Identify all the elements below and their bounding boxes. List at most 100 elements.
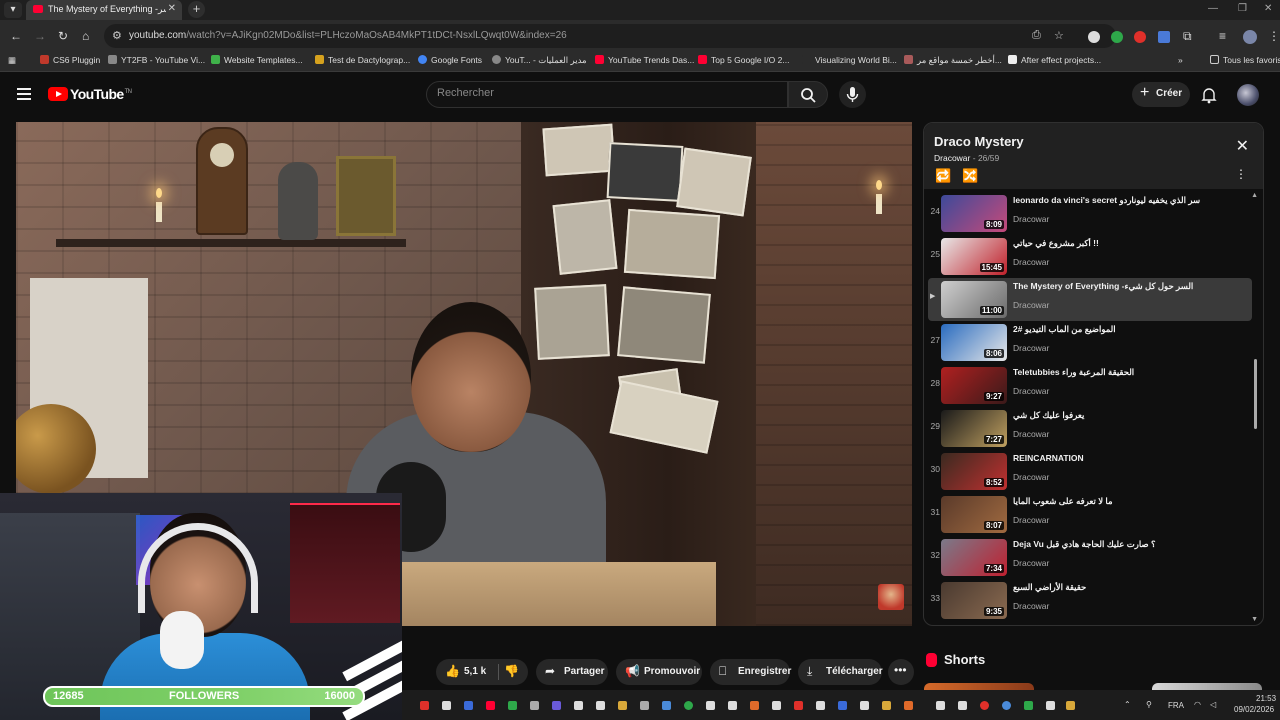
taskbar-app-icon[interactable] — [640, 701, 649, 710]
taskbar-app-icon[interactable] — [772, 701, 781, 710]
playlist-item[interactable]: 29 7:27 يعرفوا عليك كل شي Dracowar — [928, 407, 1252, 450]
playlist-item[interactable]: 32 7:34 Deja Vu ؟ صارت عليك الحاجة هادي قب… — [928, 536, 1252, 579]
playlist-scrollbar[interactable] — [1254, 359, 1257, 429]
playlist-item[interactable]: 31 8:07 ما لا تعرفه على شعوب المايا Dracowa… — [928, 493, 1252, 536]
search-button[interactable] — [788, 81, 828, 108]
taskbar-app-icon[interactable] — [706, 701, 715, 710]
youtube-logo-text[interactable]: YouTubeTN — [70, 86, 132, 102]
all-bookmarks-folder[interactable]: Tous les favoris — [1210, 55, 1280, 65]
taskbar-app-icon[interactable] — [816, 701, 825, 710]
share-button[interactable]: ➦ Partager — [536, 659, 608, 685]
video-title[interactable]: Teletubbies الحقيقة المرعبة وراء — [1013, 367, 1245, 378]
video-channel[interactable]: Dracowar — [1013, 558, 1049, 568]
install-app-icon[interactable]: ⎙ — [1032, 29, 1041, 42]
apps-grid-icon[interactable]: ▦ — [8, 55, 16, 66]
video-title[interactable]: حقيقة الأراضي السبع — [1013, 582, 1245, 593]
bookmarks-overflow-icon[interactable]: » — [1178, 55, 1183, 65]
video-thumbnail[interactable]: 9:27 — [941, 367, 1007, 404]
playlist-item[interactable]: 30 8:52 REINCARNATION Dracowar — [928, 450, 1252, 493]
clock-time[interactable]: 21:53 — [1256, 694, 1276, 703]
bookmark-item[interactable]: Test de Dactylograp... — [315, 55, 410, 65]
browser-tab-active[interactable]: The Mystery of Everything -السر ✕ — [26, 0, 182, 20]
bookmark-item[interactable]: أخطر خمسة مواقع مر... — [904, 55, 1002, 66]
playlist-item[interactable]: 25 15:45 أكبر مشروع في حياتي !! Dracowar — [928, 235, 1252, 278]
playlist-menu-icon[interactable]: ⋮ — [1235, 167, 1247, 181]
extension-grammarly-icon[interactable] — [1111, 31, 1123, 43]
tray-chevron-icon[interactable]: ⌃ — [1124, 700, 1131, 709]
video-thumbnail[interactable]: 8:07 — [941, 496, 1007, 533]
scroll-up-icon[interactable]: ▲ — [1251, 192, 1258, 199]
channel-watermark-icon[interactable] — [878, 584, 904, 610]
more-actions-button[interactable]: ••• — [888, 659, 914, 685]
taskbar-app-icon[interactable] — [596, 701, 605, 710]
bookmark-item[interactable]: After effect projects... — [1008, 55, 1101, 65]
taskbar-app-icon[interactable] — [838, 701, 847, 710]
forward-icon[interactable]: → — [34, 29, 46, 43]
taskbar-app-icon[interactable] — [1046, 701, 1055, 710]
reading-list-icon[interactable]: ≡ — [1219, 29, 1226, 43]
playlist-item[interactable]: ▶ 11:00 The Mystery of Everything -السر حو… — [928, 278, 1252, 321]
search-input[interactable] — [437, 87, 767, 99]
playlist-channel[interactable]: Dracowar — [934, 153, 970, 163]
video-channel[interactable]: Dracowar — [1013, 300, 1049, 310]
scroll-down-icon[interactable]: ▼ — [1251, 616, 1258, 623]
taskbar-app-icon[interactable] — [1024, 701, 1033, 710]
save-button[interactable]: ⎕ Enregistrer — [710, 659, 791, 685]
clock-date[interactable]: 09/02/2026 — [1234, 705, 1274, 714]
bookmark-item[interactable]: YT2FB - YouTube Vi... — [108, 55, 205, 65]
tab-search-button[interactable]: ▾ — [4, 2, 22, 18]
taskbar-app-icon[interactable] — [750, 701, 759, 710]
video-channel[interactable]: Dracowar — [1013, 214, 1049, 224]
new-tab-button[interactable]: + — [188, 1, 205, 18]
home-icon[interactable]: ⌂ — [82, 29, 89, 43]
taskbar-app-icon[interactable] — [618, 701, 627, 710]
video-thumbnail[interactable]: 8:06 — [941, 324, 1007, 361]
taskbar-app-icon[interactable] — [486, 701, 495, 710]
like-icon[interactable]: 👍 — [445, 664, 460, 678]
taskbar-app-icon[interactable] — [662, 701, 671, 710]
notifications-bell-icon[interactable] — [1200, 86, 1218, 104]
taskbar-app-icon[interactable] — [882, 701, 891, 710]
video-title[interactable]: REINCARNATION — [1013, 453, 1245, 463]
playlist-item[interactable]: 27 8:06 المواضيع من الماب التيديو #2 Dracow… — [928, 321, 1252, 364]
taskbar-app-icon[interactable] — [552, 701, 561, 710]
playlist-item[interactable]: 33 9:35 حقيقة الأراضي السبع Dracowar — [928, 579, 1252, 622]
minimize-icon[interactable]: — — [1208, 3, 1218, 14]
playlist-item[interactable]: 28 9:27 Teletubbies الحقيقة المرعبة وراء Dr… — [928, 364, 1252, 407]
taskbar-app-icon[interactable] — [958, 701, 967, 710]
account-avatar[interactable] — [1237, 84, 1259, 106]
wifi-icon[interactable]: ◠ — [1194, 700, 1201, 709]
video-title[interactable]: المواضيع من الماب التيديو #2 — [1013, 324, 1245, 335]
extension-shield-icon[interactable] — [1088, 31, 1100, 43]
site-info-icon[interactable]: ⚙ — [112, 29, 122, 42]
reload-icon[interactable]: ↻ — [58, 29, 68, 43]
video-title[interactable]: ما لا تعرفه على شعوب المايا — [1013, 496, 1245, 507]
taskbar-app-icon[interactable] — [728, 701, 737, 710]
video-channel[interactable]: Dracowar — [1013, 386, 1049, 396]
video-thumbnail[interactable]: 9:35 — [941, 582, 1007, 619]
volume-icon[interactable]: ◁ — [1210, 700, 1216, 709]
close-playlist-icon[interactable]: ✕ — [1236, 136, 1249, 156]
video-thumbnail[interactable]: 7:34 — [941, 539, 1007, 576]
video-thumbnail[interactable]: 8:09 — [941, 195, 1007, 232]
bookmark-item[interactable]: Website Templates... — [211, 55, 303, 65]
taskbar-app-icon[interactable] — [904, 701, 913, 710]
video-thumbnail[interactable]: 11:00 — [941, 281, 1007, 318]
extension-tube-icon[interactable] — [1134, 31, 1146, 43]
taskbar-app-icon[interactable] — [860, 701, 869, 710]
video-thumbnail[interactable]: 8:52 — [941, 453, 1007, 490]
video-thumbnail[interactable]: 7:27 — [941, 410, 1007, 447]
dislike-icon[interactable]: 👎 — [504, 664, 519, 678]
address-bar[interactable]: ⚙ youtube.com/watch?v=AJiKgn02MDo&list=P… — [104, 24, 1116, 48]
shuffle-icon[interactable]: 🔀 — [962, 168, 978, 184]
profile-avatar-icon[interactable] — [1243, 30, 1257, 44]
bookmark-item[interactable]: CS6 Pluggin — [40, 55, 100, 65]
bookmark-item[interactable]: YouT... - مدير العمليات — [492, 55, 587, 66]
loop-icon[interactable]: 🔁 — [935, 168, 951, 184]
tray-location-icon[interactable]: ⚲ — [1146, 700, 1152, 709]
bookmark-item[interactable]: Visualizing World Bi... — [802, 55, 897, 65]
playlist-title[interactable]: Draco Mystery — [934, 134, 1024, 149]
video-channel[interactable]: Dracowar — [1013, 429, 1049, 439]
like-count[interactable]: 5,1 k — [464, 666, 486, 677]
bookmark-item[interactable]: Top 5 Google I/O 2... — [698, 55, 789, 65]
